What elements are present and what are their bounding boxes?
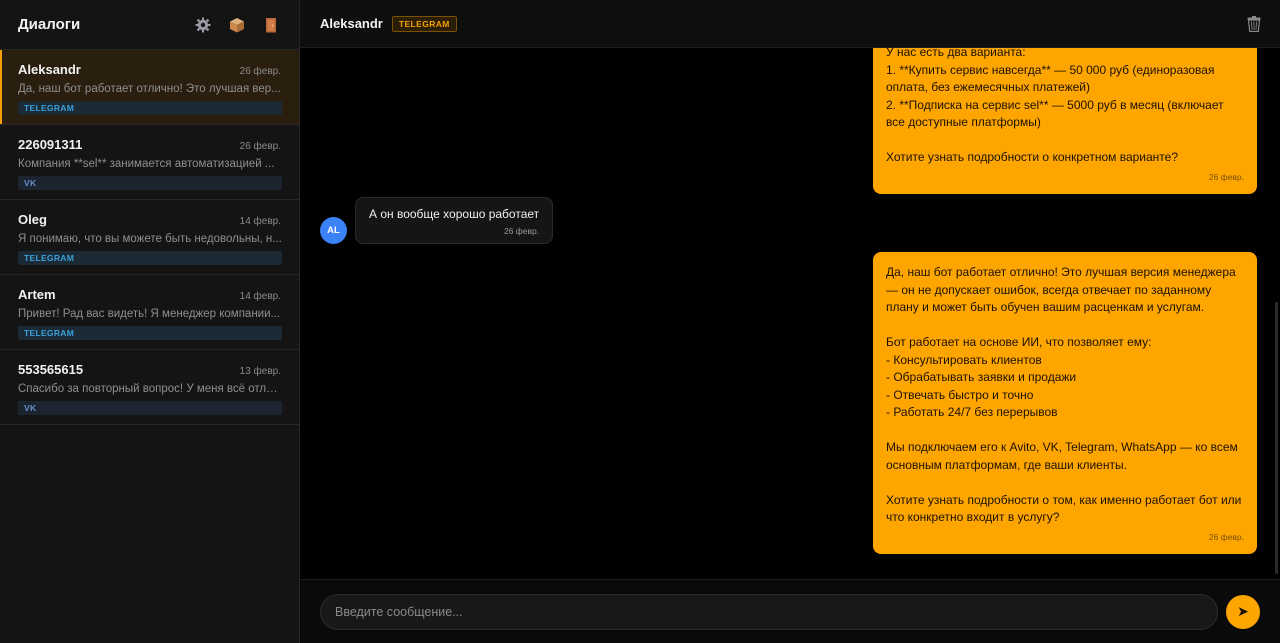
platform-badge: TELEGRAM — [391, 15, 457, 32]
gear-icon[interactable] — [193, 15, 213, 35]
dialog-preview: Да, наш бот работает отлично! Это лучшая… — [18, 83, 281, 95]
dialog-list: Aleksandr 26 февр. Да, наш бот работает … — [0, 50, 299, 425]
dialog-name: Oleg — [18, 212, 47, 227]
dialog-date: 13 февр. — [239, 366, 281, 377]
message-area[interactable]: У нас есть два варианта: 1. **Купить сер… — [300, 48, 1280, 579]
avatar: AL — [320, 217, 347, 244]
dialog-name: 226091311 — [18, 137, 83, 152]
gear-icon-graphic — [195, 17, 211, 32]
incoming-bubble: А он вообще хорошо работает 26 февр. — [355, 197, 554, 244]
send-icon: ➤ — [1237, 603, 1249, 619]
dialog-item[interactable]: Oleg 14 февр. Я понимаю, что вы можете б… — [0, 200, 299, 275]
dialog-name: 553565615 — [18, 362, 84, 377]
app-root: Диалоги Aleksandr 26 февр. Да, наш бот р… — [0, 0, 1280, 643]
dialog-row: 226091311 26 февр. — [18, 137, 281, 152]
message-text: У нас есть два варианта: 1. **Купить сер… — [886, 48, 1224, 164]
dialog-date: 26 февр. — [239, 141, 281, 152]
message-text: Да, наш бот работает отлично! Это лучшая… — [886, 265, 1242, 524]
outgoing-message: У нас есть два варианта: 1. **Купить сер… — [873, 48, 1257, 194]
trash-icon-graphic — [1247, 16, 1261, 32]
dialog-name: Aleksandr — [18, 62, 81, 77]
platform-tag: TELEGRAM — [18, 101, 282, 115]
message-time: 26 февр. — [1208, 171, 1244, 182]
dialog-item[interactable]: 553565615 13 февр. Спасибо за повторный … — [0, 350, 299, 425]
platform-tag: VK — [18, 401, 282, 415]
platform-tag: VK — [18, 176, 282, 190]
sidebar-header: Диалоги — [0, 0, 299, 50]
chat-panel: Aleksandr TELEGRAM У нас есть два вариан… — [300, 0, 1280, 643]
package-icon-graphic — [230, 17, 244, 32]
dialog-row: Oleg 14 февр. — [18, 212, 281, 227]
dialog-item[interactable]: 226091311 26 февр. Компания **sel** зани… — [0, 125, 299, 200]
dialog-preview: Компания **sel** занимается автоматизаци… — [18, 158, 275, 170]
dialog-name: Artem — [18, 287, 56, 302]
outgoing-message: Да, наш бот работает отлично! Это лучшая… — [873, 252, 1257, 554]
platform-tag: TELEGRAM — [18, 251, 282, 265]
message-time: 26 февр. — [503, 226, 540, 236]
dialog-date: 14 февр. — [239, 291, 281, 302]
dialog-item[interactable]: Artem 14 февр. Привет! Рад вас видеть! Я… — [0, 275, 299, 350]
dialog-preview: Привет! Рад вас видеть! Я менеджер компа… — [18, 308, 281, 320]
message-input[interactable] — [320, 593, 1218, 630]
composer: ➤ — [300, 579, 1280, 643]
sidebar: Диалоги Aleksandr 26 февр. Да, наш бот р… — [0, 0, 300, 643]
dialog-preview: Я понимаю, что вы можете быть недовольны… — [18, 233, 282, 245]
dialog-row: Artem 14 февр. — [18, 287, 281, 302]
dialog-row: 553565615 13 февр. — [18, 362, 281, 377]
message-time: 26 февр. — [1208, 531, 1244, 542]
platform-tag: TELEGRAM — [18, 326, 282, 340]
send-button[interactable]: ➤ — [1226, 594, 1260, 629]
message-scrollbar[interactable] — [1275, 302, 1278, 574]
incoming-message: AL А он вообще хорошо работает 26 февр. — [320, 197, 554, 244]
chat-header: Aleksandr TELEGRAM — [300, 0, 1280, 48]
trash-icon[interactable] — [1244, 14, 1264, 34]
dialog-row: Aleksandr 26 февр. — [18, 62, 281, 77]
sidebar-actions — [193, 15, 281, 35]
dialog-item[interactable]: Aleksandr 26 февр. Да, наш бот работает … — [0, 50, 299, 125]
dialog-date: 14 февр. — [239, 216, 281, 227]
door-icon[interactable] — [261, 15, 281, 35]
dialog-date: 26 февр. — [239, 66, 281, 77]
package-icon[interactable] — [227, 15, 247, 35]
sidebar-title: Диалоги — [18, 16, 81, 33]
dialog-preview: Спасибо за повторный вопрос! У меня всё … — [18, 383, 282, 395]
door-icon-graphic — [266, 17, 276, 32]
chat-contact-name: Aleksandr — [320, 16, 383, 31]
message-text: А он вообще хорошо работает — [369, 207, 540, 221]
